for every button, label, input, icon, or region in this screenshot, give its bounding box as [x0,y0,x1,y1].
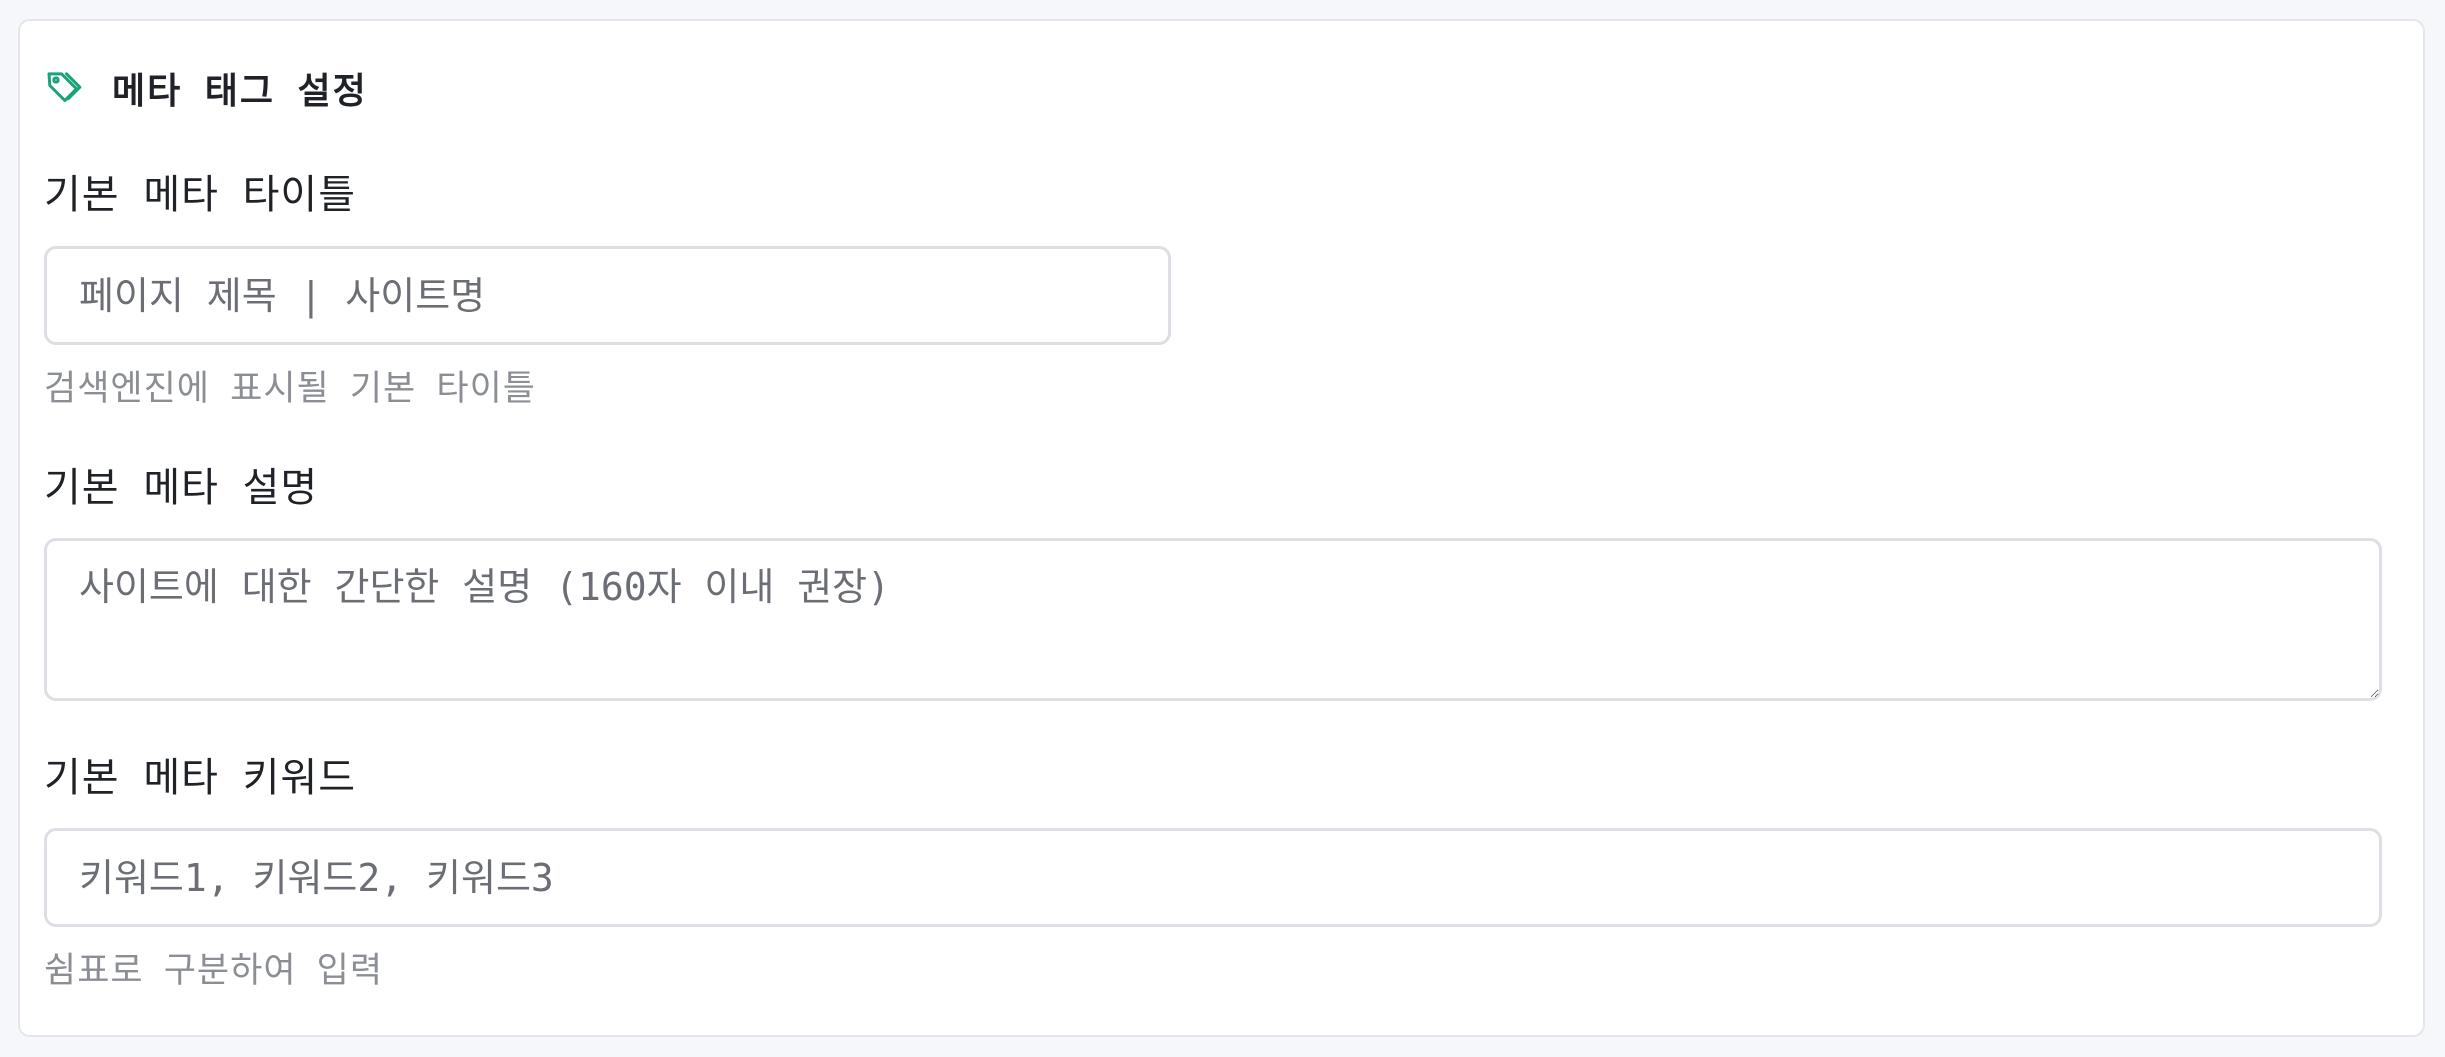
meta-title-label: 기본 메타 타이틀 [44,172,357,218]
card-header: 메타 태그 설정 [44,60,368,116]
meta-description-label: 기본 메타 설명 [44,465,319,511]
meta-keywords-help: 쉼표로 구분하여 입력 [44,951,384,991]
card-title: 메타 태그 설정 [112,71,368,112]
meta-keywords-input[interactable] [44,828,2382,927]
meta-description-textarea[interactable] [44,538,2382,701]
meta-title-input[interactable] [44,246,1171,345]
meta-title-help: 검색엔진에 표시될 기본 타이틀 [44,369,536,409]
tag-icon [44,68,84,108]
meta-keywords-label: 기본 메타 키워드 [44,755,357,801]
